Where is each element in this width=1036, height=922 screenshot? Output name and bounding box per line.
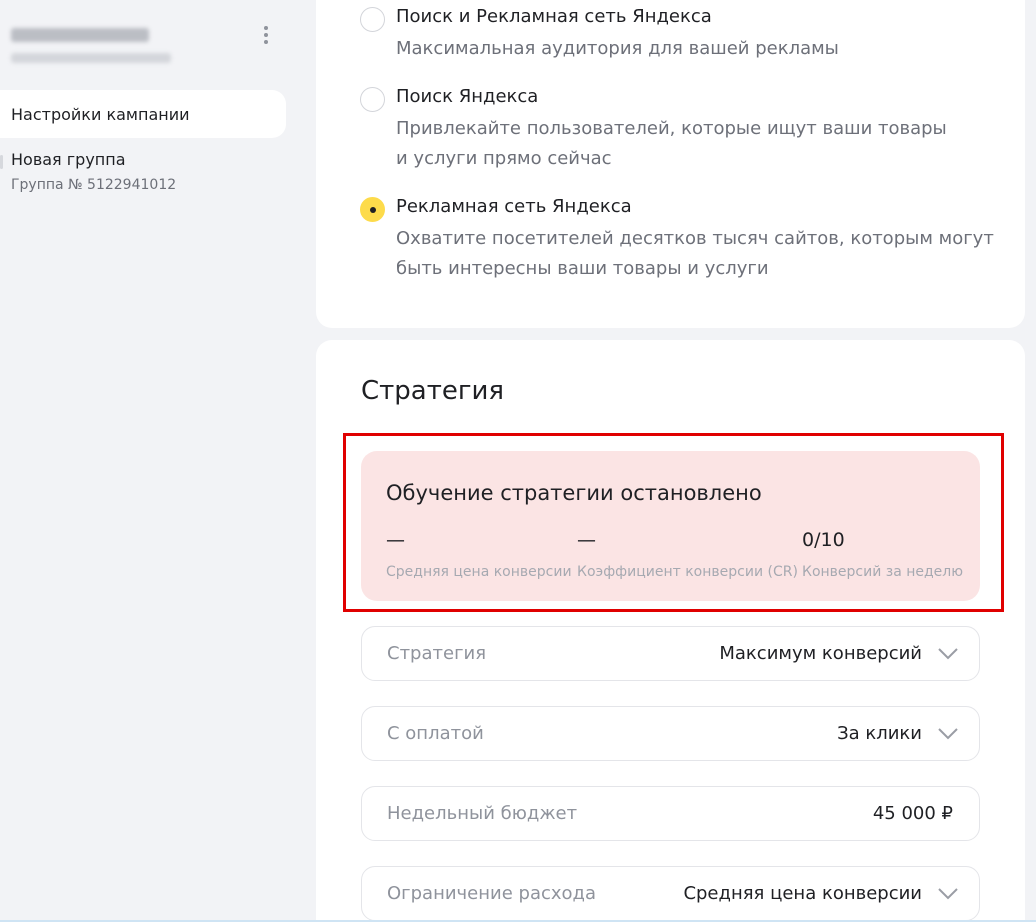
field-value: Максимум конверсий [719, 643, 922, 664]
more-menu-icon[interactable] [257, 22, 275, 48]
spend-limit-select[interactable]: Ограничение расхода Средняя цена конверс… [361, 866, 980, 921]
field-value: 45 000 ₽ [872, 803, 953, 824]
sidebar-item-campaign-settings[interactable]: Настройки кампании [0, 90, 286, 138]
option-description-line-2: быть интересны ваши товары и услуги [396, 258, 769, 279]
field-label: Недельный бюджет [387, 803, 578, 824]
weekly-budget-input[interactable]: Недельный бюджет 45 000 ₽ [361, 786, 980, 841]
field-label: Ограничение расхода [387, 883, 597, 904]
group-marker [0, 155, 3, 169]
field-label: С оплатой [387, 723, 484, 744]
placement-option-search-and-network[interactable]: Поиск и Рекламная сеть Яндекса Максималь… [360, 0, 1000, 70]
sidebar-item-label: Настройки кампании [11, 104, 190, 124]
placement-card: Поиск и Рекламная сеть Яндекса Максималь… [316, 0, 1025, 328]
option-title: Поиск Яндекса [396, 86, 539, 107]
radio-button[interactable] [360, 7, 385, 32]
chevron-down-icon[interactable] [937, 647, 959, 661]
account-subtitle-redacted [11, 53, 171, 63]
section-title: Стратегия [361, 376, 505, 406]
payment-type-select[interactable]: С оплатой За клики [361, 706, 980, 761]
account-info [11, 24, 211, 70]
radio-button-checked[interactable] [360, 197, 385, 222]
option-description-line-2: и услуги прямо сейчас [396, 148, 612, 169]
field-value: Средняя цена конверсии [683, 883, 922, 904]
option-title: Рекламная сеть Яндекса [396, 196, 632, 217]
radio-button[interactable] [360, 87, 385, 112]
option-description-line-1: Привлекайте пользователей, которые ищут … [396, 118, 947, 139]
highlight-frame [343, 433, 1004, 612]
placement-option-network[interactable]: Рекламная сеть Яндекса Охватите посетите… [360, 190, 1000, 290]
field-label: Стратегия [387, 643, 487, 664]
option-description-line-1: Охватите посетителей десятков тысяч сайт… [396, 228, 994, 249]
group-id: Группа № 5122941012 [11, 177, 177, 193]
account-name-redacted [11, 28, 149, 42]
sidebar: Настройки кампании Новая группа Группа №… [0, 0, 300, 922]
option-description: Максимальная аудитория для вашей рекламы [396, 38, 839, 59]
chevron-down-icon[interactable] [937, 727, 959, 741]
option-title: Поиск и Рекламная сеть Яндекса [396, 6, 712, 27]
field-value: За клики [837, 723, 922, 744]
placement-option-search[interactable]: Поиск Яндекса Привлекайте пользователей,… [360, 80, 1000, 180]
sidebar-item-group[interactable]: Новая группа Группа № 5122941012 [0, 146, 286, 200]
strategy-select[interactable]: Стратегия Максимум конверсий [361, 626, 980, 681]
chevron-down-icon[interactable] [937, 887, 959, 901]
group-title: Новая группа [11, 150, 126, 169]
